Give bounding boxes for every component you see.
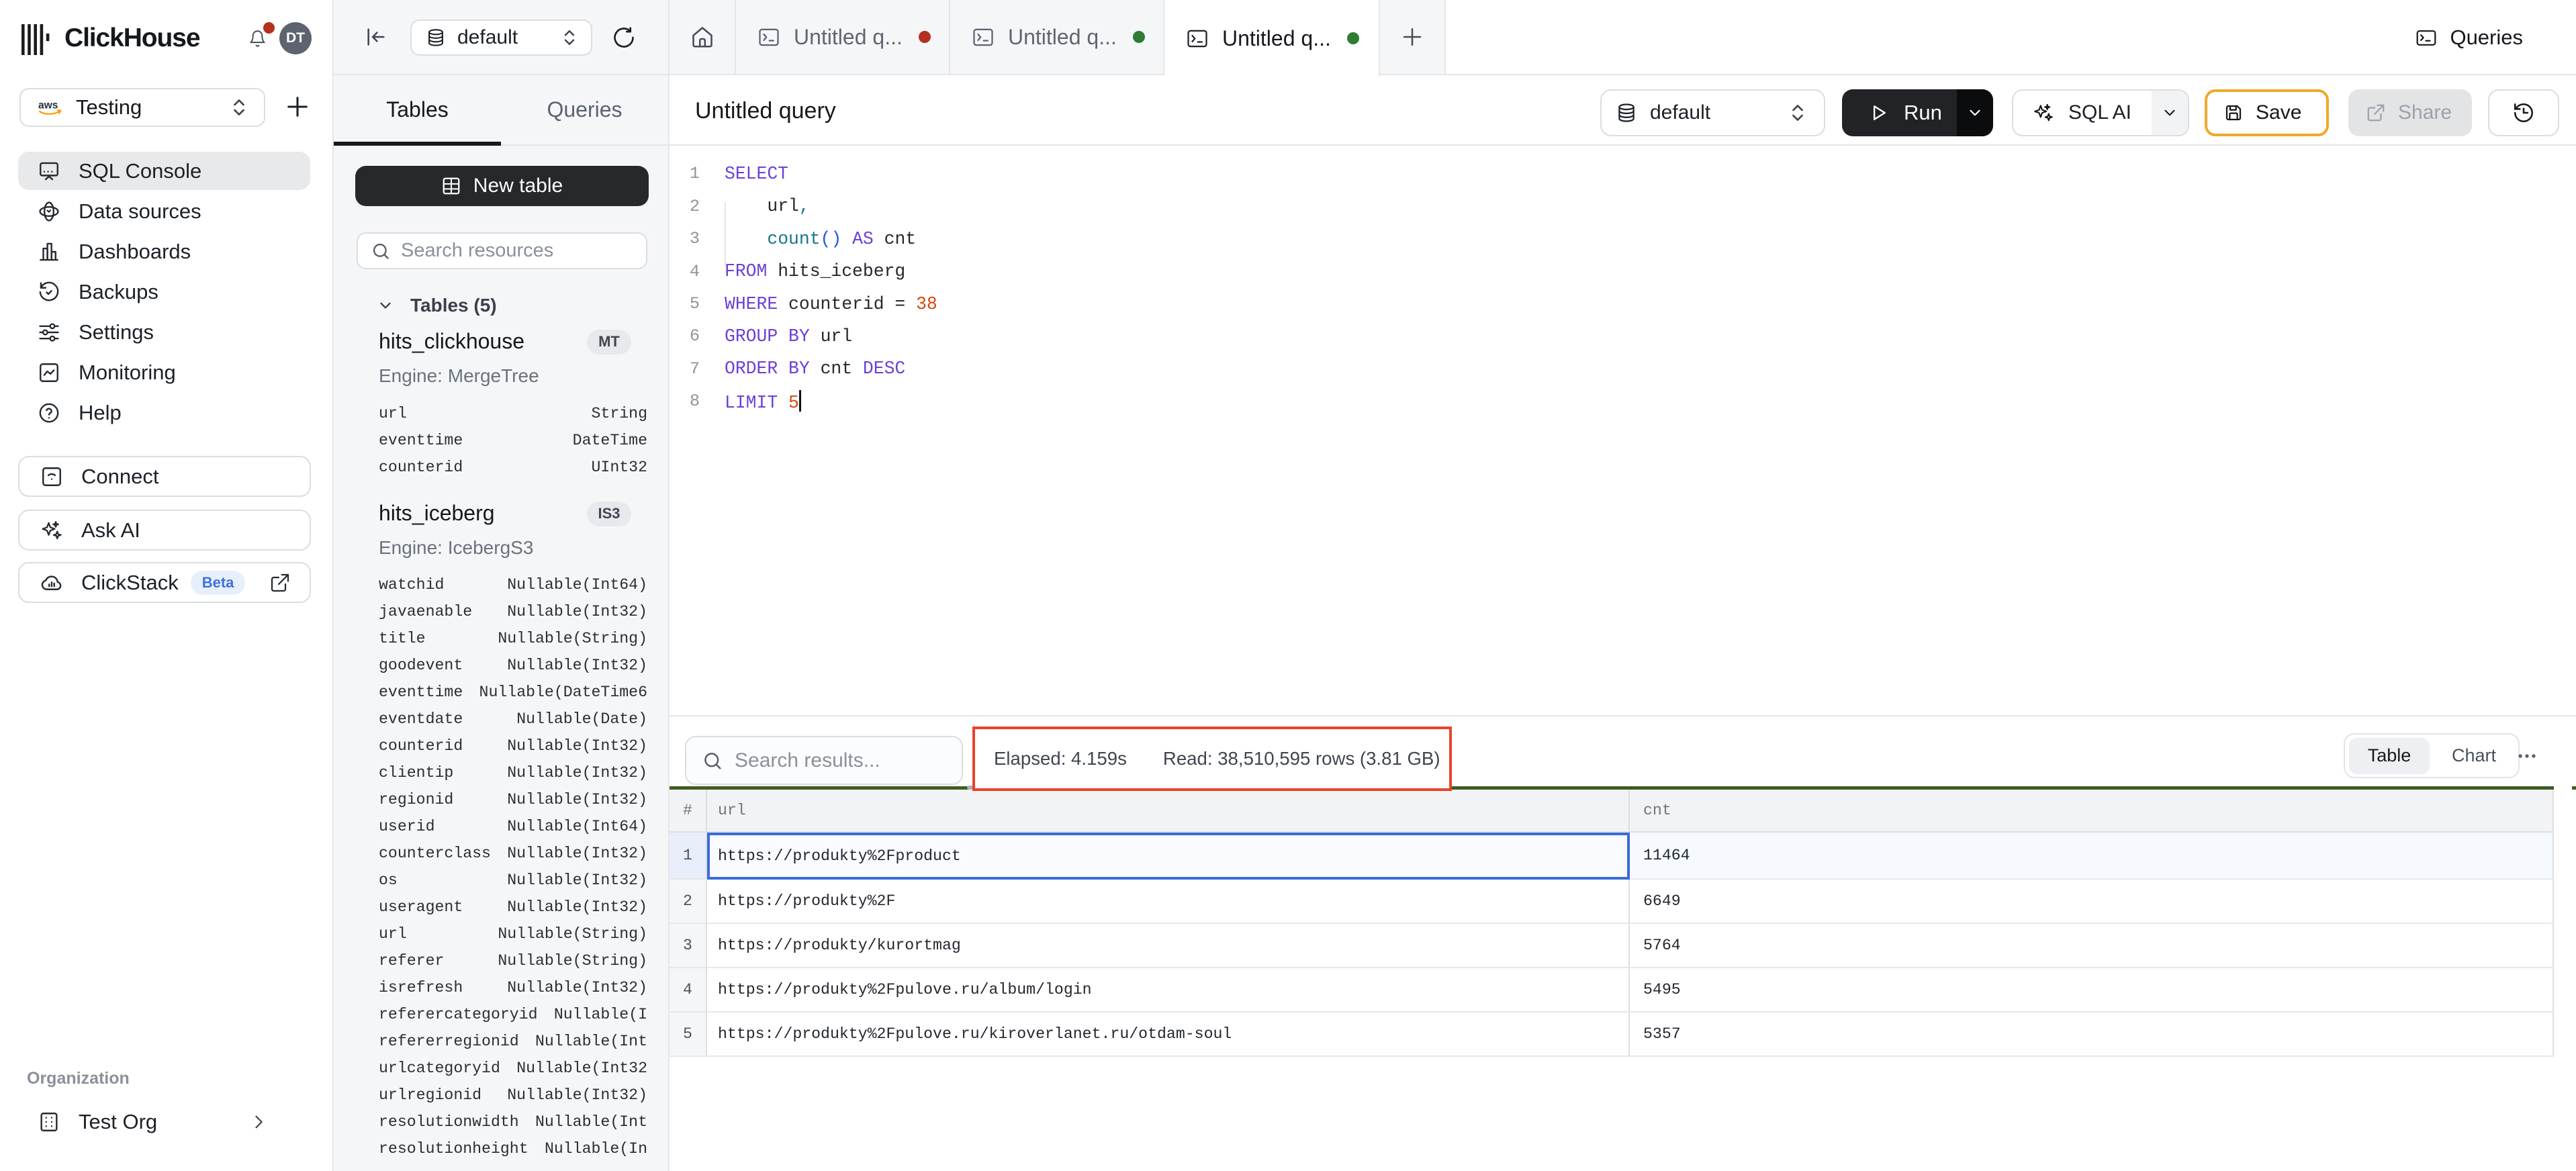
svg-text:aws: aws [38,99,58,111]
